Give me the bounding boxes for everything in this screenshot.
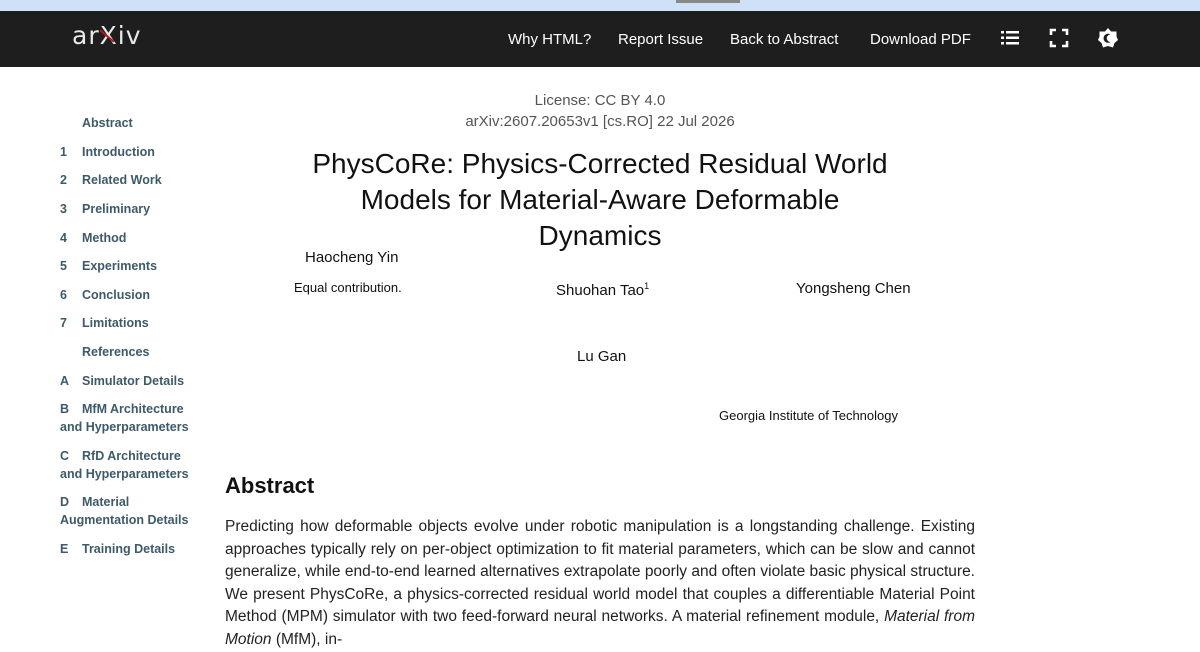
toc-item-method[interactable]: 4 Method xyxy=(60,229,200,247)
abstract-text: Predicting how deformable objects evolve… xyxy=(225,518,976,648)
navbar: arXiv Why HTML? Report Issue Back to Abs… xyxy=(0,11,1200,67)
author-4: Lu Gan xyxy=(577,348,627,365)
toc-item-training-details[interactable]: E Training Details xyxy=(60,540,200,558)
toc-item-simulator-details[interactable]: A Simulator Details xyxy=(60,372,200,390)
toc-item-conclusion[interactable]: 6 Conclusion xyxy=(60,286,200,304)
why-html-link[interactable]: Why HTML? xyxy=(508,31,591,48)
strip-link-fragment xyxy=(676,0,740,3)
author-2: Shuohan Tao1 xyxy=(556,281,650,299)
title-line-1: PhysCoRe: Physics-Corrected Residual Wor… xyxy=(312,148,888,179)
author-1-note: Equal contribution. xyxy=(294,280,402,295)
paper-title: PhysCoRe: Physics-Corrected Residual Wor… xyxy=(300,146,900,254)
toc-item-limitations[interactable]: 7 Limitations xyxy=(60,314,200,332)
title-line-2: Models for Material-Aware Deformable Dyn… xyxy=(360,184,840,251)
arxiv-id-line: arXiv:2607.20653v1 [cs.RO] 22 Jul 2026 xyxy=(465,113,735,130)
settings-icon[interactable] xyxy=(1097,27,1119,49)
author-3: Yongsheng Chen xyxy=(796,280,911,297)
affiliation: Georgia Institute of Technology xyxy=(719,408,898,423)
toc-item-preliminary[interactable]: 3 Preliminary xyxy=(60,200,200,218)
toc-item-related-work[interactable]: 2 Related Work xyxy=(60,171,200,189)
abstract-heading: Abstract xyxy=(225,473,315,498)
report-issue-link[interactable]: Report Issue xyxy=(618,31,703,48)
fullscreen-icon[interactable] xyxy=(1048,27,1070,49)
list-icon[interactable] xyxy=(999,27,1021,49)
download-pdf-link[interactable]: Download PDF xyxy=(870,31,971,48)
toc-item-experiments[interactable]: 5 Experiments xyxy=(60,257,200,275)
toc-item-references[interactable]: References xyxy=(60,343,200,361)
browser-top-strip xyxy=(0,0,1200,11)
toc-item-introduction[interactable]: 1 Introduction xyxy=(60,143,200,161)
arxiv-logo[interactable]: arXiv xyxy=(72,21,142,50)
toc-item-rfd-architecture[interactable]: C RfD Architecture and Hyperparameters xyxy=(60,447,200,483)
back-to-abstract-link[interactable]: Back to Abstract xyxy=(730,31,838,48)
toc-item-mfm-architecture[interactable]: B MfM Architecture and Hyperparameters xyxy=(60,400,200,436)
author-1: Haocheng Yin xyxy=(305,249,399,266)
toc-item-material-augmentation[interactable]: D Material Augmentation Details xyxy=(60,493,200,529)
license-line: License: CC BY 4.0 xyxy=(534,92,666,109)
